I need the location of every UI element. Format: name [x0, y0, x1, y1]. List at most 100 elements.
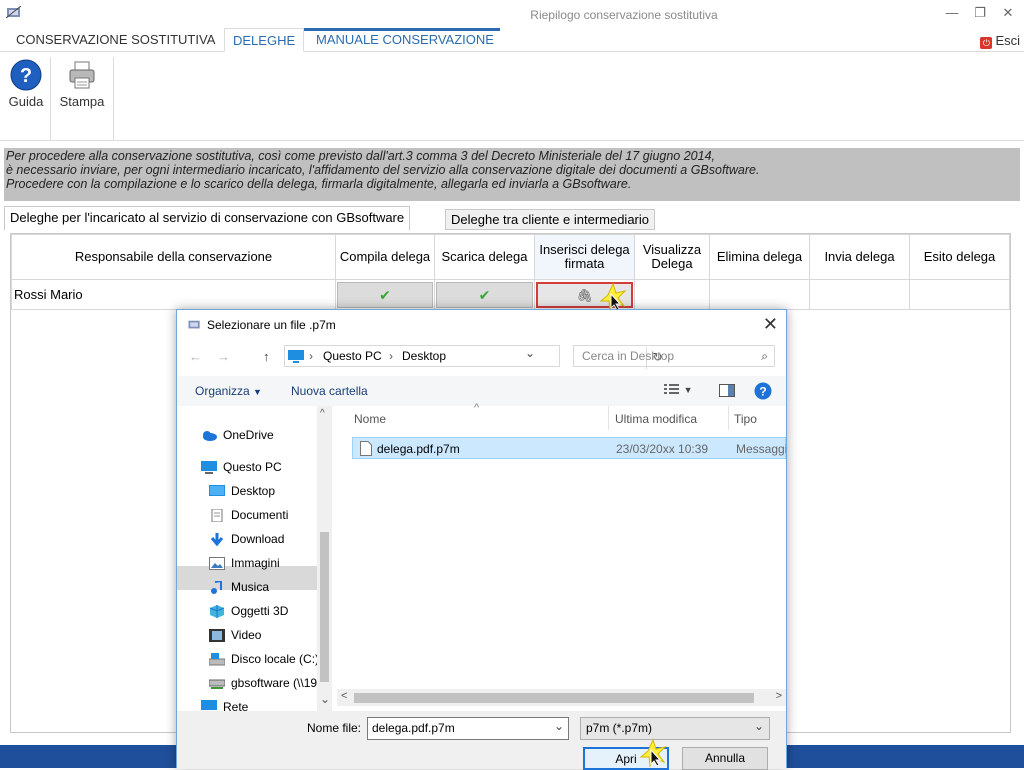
exit-button[interactable]: ⏻ Esci	[980, 33, 1020, 49]
tab-manuale-conservazione[interactable]: MANUALE CONSERVAZIONE	[308, 28, 502, 52]
col-inserisci: Inserisci delega firmata	[534, 234, 635, 280]
checkmark-icon: ✔	[379, 286, 391, 303]
cell-responsabile: Rossi Mario	[11, 279, 336, 310]
chevron-down-icon[interactable]: ⌄	[525, 346, 535, 360]
checkmark-icon: ✔	[478, 286, 491, 303]
scroll-right-icon[interactable]: >	[776, 690, 782, 702]
file-list-hscrollbar[interactable]: < >	[337, 689, 786, 706]
minimize-button[interactable]: —	[942, 4, 962, 22]
filename-label: Nome file:	[307, 721, 362, 735]
tab-deleghe-cliente-intermediario[interactable]: Deleghe tra cliente e intermediario	[445, 209, 655, 230]
organizza-label: Organizza	[195, 384, 250, 398]
scroll-up-icon[interactable]: ^	[320, 408, 325, 419]
help-icon[interactable]: ?	[754, 382, 772, 400]
compila-delega-button[interactable]: ✔	[337, 281, 433, 308]
scroll-thumb[interactable]	[320, 532, 329, 682]
col-responsabile: Responsabile della conservazione	[11, 234, 336, 280]
tab-deleghe[interactable]: DELEGHE	[224, 28, 304, 52]
sort-indicator-icon: ^	[474, 402, 480, 414]
file-open-dialog: Selezionare un file .p7m ✕ ← → ↑ › Quest…	[176, 309, 787, 770]
scarica-delega-button[interactable]: ✔	[436, 281, 533, 308]
paperclip-icon: 🖇	[576, 287, 593, 303]
table-row: Rossi Mario ✔ ✔ 🖇	[11, 279, 1010, 310]
scroll-left-icon[interactable]: <	[341, 690, 347, 702]
forward-arrow-icon[interactable]: →	[217, 349, 230, 364]
nav-item-musica[interactable]: Musica	[209, 580, 269, 594]
nav-item-rete[interactable]: Rete	[201, 700, 248, 711]
maximize-button[interactable]: ❐	[970, 4, 990, 22]
3d-objects-icon	[209, 604, 225, 618]
scroll-down-icon[interactable]: ⌄	[320, 692, 330, 706]
col-tipo[interactable]: Tipo	[734, 412, 757, 426]
view-options-button[interactable]: ▼	[664, 383, 693, 398]
cancel-button[interactable]: Annulla	[682, 747, 768, 770]
col-nome[interactable]: Nome	[354, 412, 386, 426]
info-line: è necessario inviare, per ogni intermedi…	[6, 163, 760, 177]
stampa-button[interactable]: Stampa	[56, 59, 108, 109]
col-ultima-modifica[interactable]: Ultima modifica	[615, 412, 697, 426]
cell-invia[interactable]	[809, 279, 910, 310]
file-list-pane: Nome ^ Ultima modifica Tipo delega.pdf.p…	[337, 402, 786, 711]
breadcrumb-separator: ›	[309, 349, 313, 363]
nav-item-oggetti-3d[interactable]: Oggetti 3D	[209, 604, 288, 618]
ribbon-separator	[113, 57, 114, 141]
cursor-highlight-icon	[639, 738, 667, 768]
filetype-select[interactable]: p7m (*.p7m) ⌄	[580, 717, 770, 740]
svg-text:?: ?	[20, 65, 32, 87]
cell-visualizza[interactable]	[634, 279, 710, 310]
nav-item-disco-locale[interactable]: Disco locale (C:)	[209, 652, 319, 666]
cell-esito	[909, 279, 1010, 310]
col-esito: Esito delega	[909, 234, 1010, 280]
chevron-down-icon: ⌄	[753, 719, 764, 733]
breadcrumb-questo-pc[interactable]: Questo PC	[323, 349, 382, 363]
title-bar: Riepilogo conservazione sostitutiva — ❐ …	[0, 0, 1024, 30]
list-view-icon	[664, 384, 679, 394]
nav-item-download[interactable]: Download	[209, 532, 284, 546]
cell-elimina[interactable]	[709, 279, 810, 310]
col-compila: Compila delega	[335, 234, 435, 280]
chevron-down-icon[interactable]: ⌄	[554, 719, 564, 733]
filename-input[interactable]: delega.pdf.p7m ⌄	[367, 717, 569, 740]
col-elimina: Elimina delega	[709, 234, 810, 280]
address-bar[interactable]: › Questo PC › Desktop ⌄ ↻	[284, 345, 663, 369]
tab-conservazione-sostitutiva[interactable]: CONSERVAZIONE SOSTITUTIVA	[8, 28, 223, 52]
dialog-title-bar: Selezionare un file .p7m ✕	[177, 310, 786, 340]
filename-value: delega.pdf.p7m	[372, 721, 455, 735]
breadcrumb-desktop[interactable]: Desktop	[402, 349, 446, 363]
preview-pane-icon[interactable]	[719, 384, 735, 397]
file-item[interactable]: delega.pdf.p7m 23/03/20xx 10:39 Messaggi	[352, 437, 786, 459]
app-window: Riepilogo conservazione sostitutiva — ❐ …	[0, 0, 1024, 770]
nav-item-questo-pc[interactable]: Questo PC	[201, 460, 282, 474]
scroll-thumb[interactable]	[354, 693, 754, 703]
cell-scarica: ✔	[434, 279, 535, 310]
nav-item-gbsoftware[interactable]: gbsoftware (\\19	[209, 676, 317, 690]
nav-item-video[interactable]: Video	[209, 628, 261, 642]
organizza-button[interactable]: Organizza ▼	[195, 384, 262, 398]
file-name: delega.pdf.p7m	[377, 442, 460, 456]
nav-item-immagini[interactable]: Immagini	[209, 556, 280, 570]
nav-item-documenti[interactable]: Documenti	[209, 508, 288, 522]
help-glyph: ?	[759, 385, 766, 399]
nav-item-label: Desktop	[231, 484, 276, 498]
file-type: Messaggi	[736, 442, 786, 456]
up-arrow-icon[interactable]: ↑	[263, 349, 270, 364]
close-window-button[interactable]: ✕	[998, 4, 1018, 22]
content-tabs: Deleghe per l'incaricato al servizio di …	[0, 206, 1024, 230]
dialog-bottom-panel: Nome file: delega.pdf.p7m ⌄ p7m (*.p7m) …	[177, 711, 786, 770]
nav-scrollbar[interactable]: ^ ⌄	[317, 406, 332, 711]
video-icon	[209, 628, 225, 642]
nav-item-onedrive[interactable]: OneDrive	[201, 428, 274, 442]
nuova-cartella-button[interactable]: Nuova cartella	[291, 384, 368, 398]
cursor-highlight-icon	[599, 282, 627, 312]
help-icon: ?	[10, 59, 42, 91]
dialog-toolbar: Organizza ▼ Nuova cartella ▼ ?	[177, 376, 786, 406]
ribbon-separator	[50, 57, 51, 141]
back-arrow-icon[interactable]: ←	[189, 349, 202, 364]
nav-item-desktop[interactable]: Desktop	[209, 484, 275, 498]
search-input[interactable]: Cerca in Desktop ⌕	[573, 345, 775, 367]
dialog-close-button[interactable]: ✕	[763, 314, 778, 335]
computer-icon	[288, 350, 304, 363]
guida-button[interactable]: ? Guida	[6, 59, 46, 109]
tab-deleghe-incaricato[interactable]: Deleghe per l'incaricato al servizio di …	[4, 206, 411, 230]
search-placeholder: Cerca in Desktop	[582, 349, 675, 363]
